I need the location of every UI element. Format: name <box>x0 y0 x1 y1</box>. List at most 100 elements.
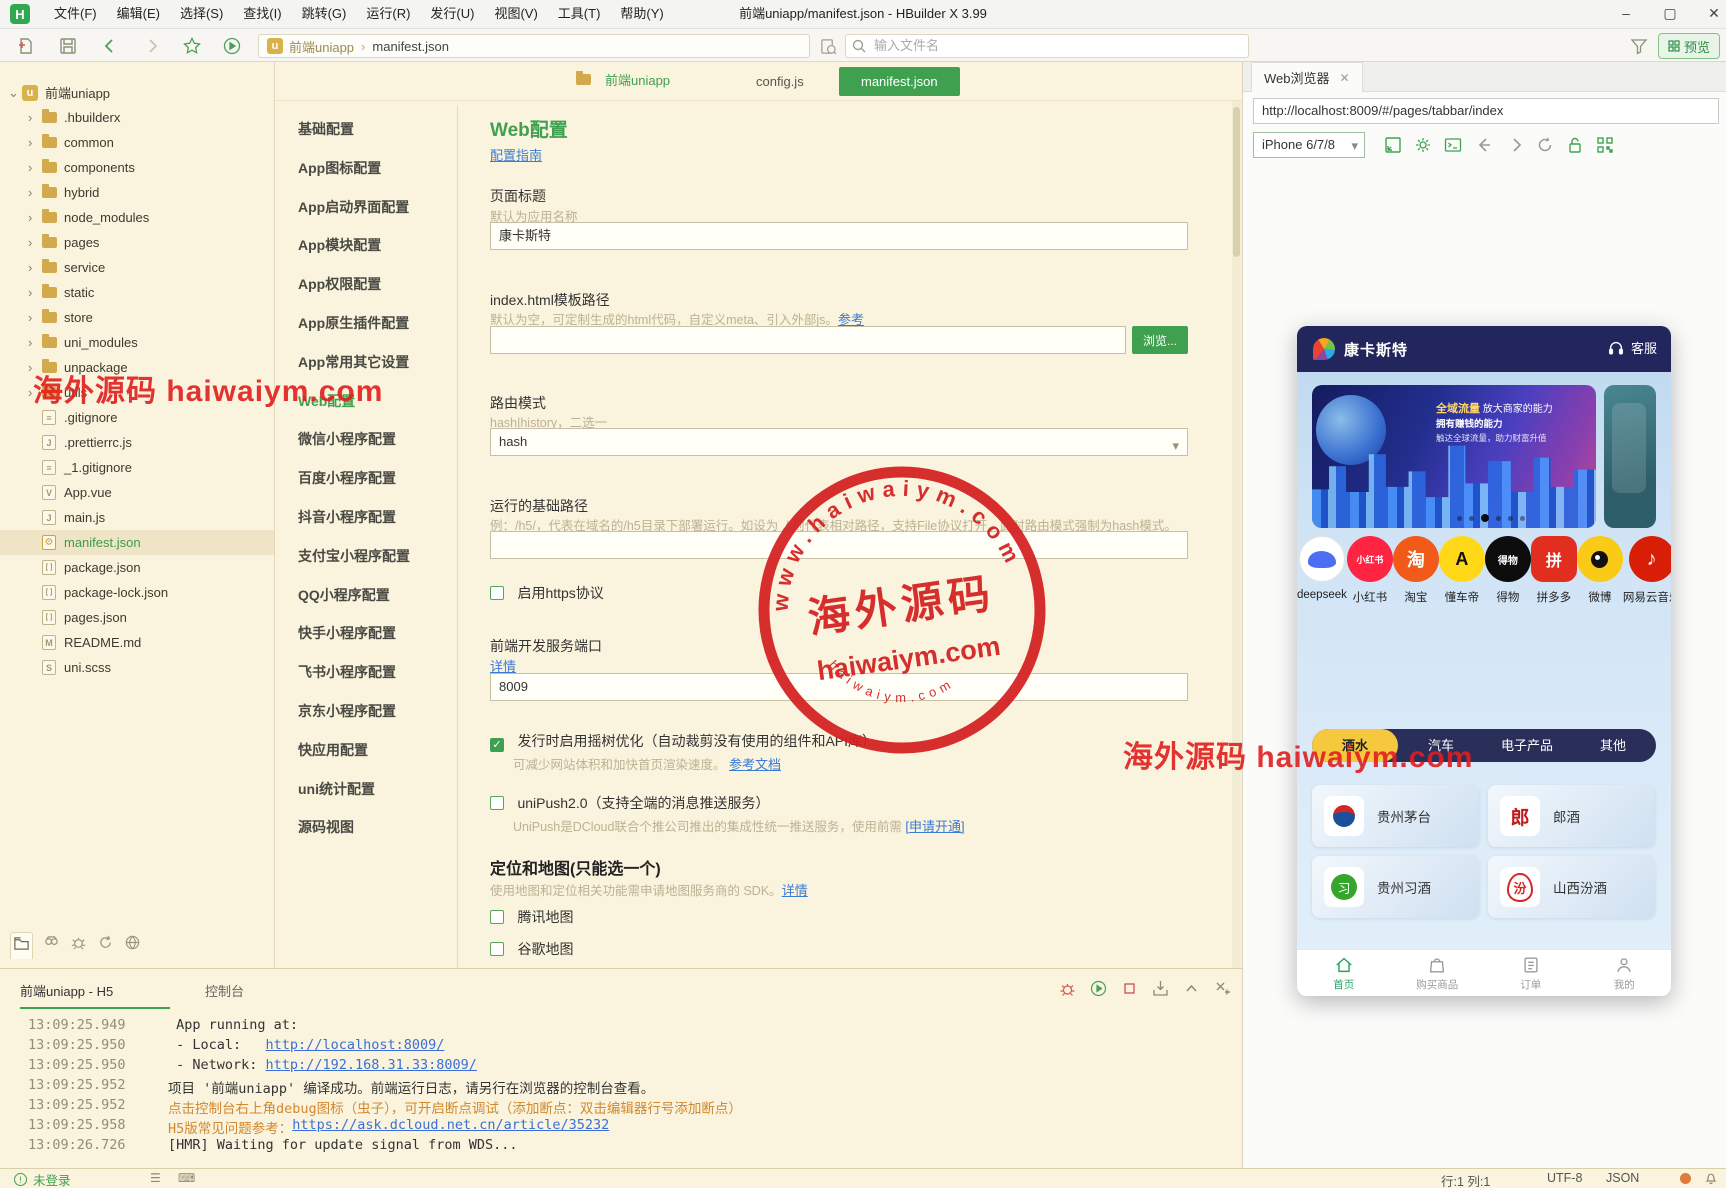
app-icon[interactable]: 拼 <box>1530 536 1577 582</box>
breadcrumb[interactable]: u 前端uniapp › manifest.json <box>258 34 810 58</box>
tree-file-row[interactable]: package.json <box>0 555 274 580</box>
chevron-right-icon[interactable]: › <box>28 160 42 175</box>
carousel-dots[interactable] <box>1457 514 1525 522</box>
manifest-nav-item[interactable]: QQ小程序配置 <box>298 585 390 605</box>
run-icon[interactable] <box>222 36 242 56</box>
debug-bug-icon[interactable] <box>1058 979 1077 998</box>
app-icon[interactable] <box>1298 536 1345 582</box>
minimize-button[interactable]: – <box>1608 0 1644 28</box>
notification-dot-icon[interactable] <box>1680 1173 1691 1184</box>
tree-file-row[interactable]: package-lock.json <box>0 580 274 605</box>
cursor-position[interactable]: 行:1 列:1 <box>1441 1171 1490 1188</box>
app-icon[interactable]: ♪ <box>1628 536 1671 582</box>
app-shortcut[interactable]: 微博 <box>1576 536 1623 605</box>
manifest-nav-item[interactable]: 支付宝小程序配置 <box>298 546 410 566</box>
unipush-apply-link[interactable]: [申请开通] <box>905 819 964 834</box>
tree-folder-row[interactable]: › uni_modules <box>0 330 274 355</box>
manifest-nav-item[interactable]: uni统计配置 <box>298 779 375 799</box>
terminal-status-icon[interactable]: ⌨ <box>178 1171 195 1185</box>
chevron-right-icon[interactable]: › <box>28 135 42 150</box>
app-shortcut[interactable]: 淘 淘宝 <box>1392 536 1439 605</box>
filter-icon[interactable] <box>1630 37 1648 55</box>
menu-item[interactable]: 跳转(G) <box>292 0 357 28</box>
tree-file-row[interactable]: _1.gitignore <box>0 455 274 480</box>
tree-folder-row[interactable]: › service <box>0 255 274 280</box>
bell-icon[interactable] <box>1704 1171 1718 1185</box>
https-checkbox[interactable] <box>490 586 504 600</box>
tree-file-row[interactable]: .prettierrc.js <box>0 430 274 455</box>
chevron-right-icon[interactable]: › <box>28 260 42 275</box>
category-tab[interactable]: 电子产品 <box>1484 729 1570 762</box>
tencent-map-row[interactable]: 腾讯地图 <box>490 907 573 927</box>
unipush-checkbox-row[interactable]: uniPush2.0（支持全端的消息推送服务） <box>490 793 770 813</box>
page-title-input[interactable]: 康卡斯特 <box>490 222 1188 250</box>
product-card[interactable]: 贵州茅台 <box>1312 785 1479 847</box>
settings-gear-icon[interactable] <box>1413 135 1433 155</box>
menu-item[interactable]: 工具(T) <box>548 0 611 28</box>
manifest-nav-item[interactable]: 京东小程序配置 <box>298 701 396 721</box>
manifest-nav-item[interactable]: App图标配置 <box>298 158 381 178</box>
tree-folder-row[interactable]: › store <box>0 305 274 330</box>
category-tab[interactable]: 其他 <box>1570 729 1656 762</box>
app-shortcut[interactable]: ♪ 网易云音乐 <box>1623 536 1671 605</box>
google-map-checkbox[interactable] <box>490 942 504 956</box>
product-card[interactable]: 汾 山西汾酒 <box>1488 856 1655 918</box>
encoding-indicator[interactable]: UTF-8 <box>1547 1171 1582 1185</box>
syntax-indicator[interactable]: JSON <box>1606 1171 1639 1185</box>
customer-service-button[interactable]: 客服 <box>1607 338 1657 357</box>
goto-file-icon[interactable] <box>820 38 837 55</box>
tree-file-row[interactable]: README.md <box>0 630 274 655</box>
maximize-button[interactable]: ▢ <box>1652 0 1688 28</box>
tab-mine[interactable]: 我的 <box>1578 950 1672 996</box>
app-icon[interactable] <box>1576 536 1623 582</box>
https-checkbox-row[interactable]: 启用https协议 <box>490 583 604 603</box>
tab-manifest-json[interactable]: manifest.json <box>839 67 960 96</box>
manifest-nav-item[interactable]: App原生插件配置 <box>298 313 409 333</box>
tab-project[interactable]: 前端uniapp <box>576 70 670 89</box>
tree-file-row[interactable]: pages.json <box>0 605 274 630</box>
manifest-nav-item[interactable]: 快手小程序配置 <box>298 623 396 643</box>
debug-panel-icon[interactable] <box>70 934 87 956</box>
collapse-panel-icon[interactable] <box>1182 979 1201 998</box>
new-file-icon[interactable] <box>16 36 36 56</box>
unipush-checkbox[interactable] <box>490 796 504 810</box>
tree-folder-row[interactable]: › hybrid <box>0 180 274 205</box>
config-guide-link[interactable]: 配置指南 <box>490 145 542 164</box>
editor-scrollbar[interactable] <box>1232 101 1241 968</box>
chevron-right-icon[interactable]: › <box>28 210 42 225</box>
tree-folder-row[interactable]: › pages <box>0 230 274 255</box>
tree-folder-row[interactable]: › .hbuilderx <box>0 105 274 130</box>
manifest-nav-item[interactable]: 微信小程序配置 <box>298 429 396 449</box>
export-log-icon[interactable] <box>1151 979 1170 998</box>
close-icon[interactable]: ✕ <box>1340 71 1350 85</box>
stop-icon[interactable] <box>1120 979 1139 998</box>
tree-root-row[interactable]: ⌄ u 前端uniapp <box>0 80 274 105</box>
manifest-nav-item[interactable]: 基础配置 <box>298 119 354 139</box>
star-icon[interactable] <box>182 36 202 56</box>
nav-forward-icon[interactable] <box>1505 135 1525 155</box>
carousel-next-slide[interactable] <box>1604 385 1656 528</box>
tencent-map-checkbox[interactable] <box>490 910 504 924</box>
tab-config-js[interactable]: config.js <box>746 70 814 93</box>
manifest-nav-item[interactable]: 源码视图 <box>298 817 354 837</box>
files-panel-icon[interactable] <box>10 931 33 959</box>
tree-file-row[interactable]: uni.scss <box>0 655 274 680</box>
menu-item[interactable]: 发行(U) <box>420 0 484 28</box>
app-shortcut[interactable]: deepseek <box>1297 536 1347 605</box>
chevron-right-icon[interactable]: › <box>28 235 42 250</box>
chevron-right-icon[interactable]: › <box>28 310 42 325</box>
carousel-banner[interactable]: 全域流量 放大商家的能力 拥有赚钱的能力 触达全球流量，助力财富升值 <box>1312 385 1596 528</box>
nav-back-icon[interactable] <box>1475 135 1495 155</box>
menu-item[interactable]: 查找(I) <box>233 0 291 28</box>
chevron-down-icon[interactable]: ⌄ <box>8 85 22 101</box>
manifest-nav-item[interactable]: App启动界面配置 <box>298 197 409 217</box>
menu-item[interactable]: 视图(V) <box>484 0 547 28</box>
console-icon[interactable] <box>1443 135 1463 155</box>
chevron-right-icon[interactable]: › <box>28 335 42 350</box>
tab-buy[interactable]: 购买商品 <box>1391 950 1485 996</box>
template-path-input[interactable] <box>490 326 1126 354</box>
product-card[interactable]: 郎 郎酒 <box>1488 785 1655 847</box>
manifest-nav-item[interactable]: App权限配置 <box>298 274 381 294</box>
resize-icon[interactable] <box>1383 135 1403 155</box>
template-path-ref-link[interactable]: 参考 <box>838 312 864 327</box>
